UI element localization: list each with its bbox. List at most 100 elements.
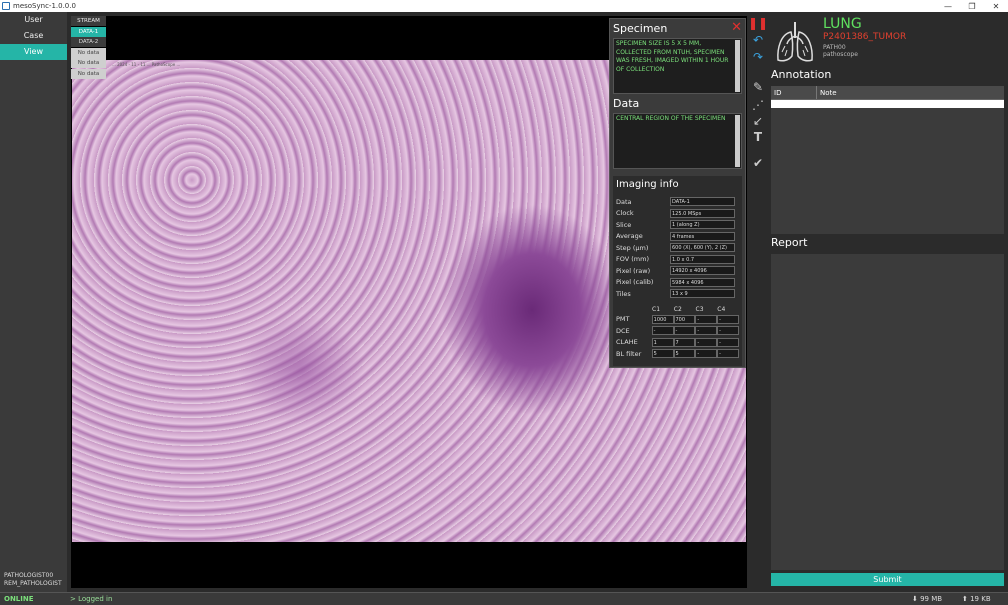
minimize-button[interactable]: —	[936, 2, 960, 11]
maximize-button[interactable]: ❐	[960, 2, 984, 11]
imaging-row: Data DATA-1	[616, 196, 739, 208]
nav-item-case[interactable]: Case	[0, 28, 67, 44]
imaging-value: 125.0 MSps	[670, 208, 735, 218]
imaging-key: Slice	[616, 220, 632, 229]
redo-icon[interactable]: ↷	[748, 50, 768, 64]
stream-item-data-1[interactable]: DATA-1	[71, 26, 106, 37]
specimen-scrollbar[interactable]	[735, 40, 740, 92]
nav-item-view[interactable]: View	[0, 44, 67, 60]
data-text[interactable]: CENTRAL REGION OF THE SPECIMEN	[613, 113, 742, 169]
annotation-col-note: Note	[820, 89, 837, 97]
imaging-key: FOV (mm)	[616, 255, 649, 264]
imaging-row: Tiles 13 x 9	[616, 288, 739, 300]
imaging-row: Slice 1 (along Z)	[616, 219, 739, 231]
stream-item-data-2[interactable]: DATA-2	[71, 37, 106, 48]
right-column: LUNG P2401386_TUMOR PATH00 pathoscope An…	[768, 12, 1008, 592]
close-window-button[interactable]: ✕	[984, 2, 1008, 11]
channel-cell: 5	[673, 349, 696, 359]
status-online: ONLINE	[4, 595, 34, 603]
channel-label: C3	[695, 305, 704, 313]
data-text-content: CENTRAL REGION OF THE SPECIMEN	[616, 115, 726, 122]
close-icon[interactable]: ✕	[731, 20, 742, 35]
imaging-row: Pixel (raw) 14920 x 4096	[616, 265, 739, 277]
channel-cell: 5	[651, 349, 674, 359]
stream-item-empty[interactable]: No data	[71, 58, 106, 69]
imaging-key: Pixel (calib)	[616, 278, 654, 287]
imaging-key: Pixel (raw)	[616, 266, 651, 275]
specimen-text-content: SPECIMEN SIZE IS 5 X 5 MM, COLLECTED FRO…	[616, 40, 729, 73]
stream-header: STREAM	[71, 16, 106, 26]
imaging-key: Data	[616, 197, 632, 206]
dotted-line-icon[interactable]: ⋰	[748, 98, 768, 112]
specimen-title: Specimen	[613, 22, 668, 35]
channel-label: C1	[652, 305, 661, 313]
annotation-col-id: ID	[771, 86, 817, 99]
case-id: P2401386_TUMOR	[823, 32, 907, 42]
annotation-table[interactable]: ID Note	[771, 86, 1004, 234]
specimen-panel: Specimen ✕ SPECIMEN SIZE IS 5 X 5 MM, CO…	[609, 18, 746, 368]
channel-row-key: DCE	[616, 326, 630, 335]
imaging-value: 1.0 x 0.7	[670, 254, 735, 264]
channel-cell: 7	[673, 337, 696, 347]
undo-icon[interactable]: ↶	[748, 33, 768, 47]
channel-cell: -	[717, 314, 739, 324]
text-icon[interactable]: T	[748, 130, 768, 144]
status-log: > Logged in	[70, 595, 113, 603]
submit-button[interactable]: Submit	[771, 573, 1004, 586]
pause-icon[interactable]: ❚❚	[748, 16, 768, 30]
download-indicator: ⬇ 99 MB	[912, 595, 943, 603]
imaging-value: 13 x 9	[670, 289, 735, 299]
stream-menu: STREAM DATA-1 DATA-2 No data No data No …	[71, 16, 106, 80]
check-icon[interactable]: ✔	[748, 156, 768, 170]
imaging-row: FOV (mm) 1.0 x 0.7	[616, 254, 739, 266]
channel-row: DCE - - - -	[616, 325, 739, 337]
channel-row: BL filter 5 5- -	[616, 348, 739, 360]
imaging-value: DATA-1	[670, 197, 735, 207]
imaging-row: Pixel (calib) 5984 x 4096	[616, 277, 739, 289]
app-icon	[2, 2, 10, 10]
data-title: Data	[613, 97, 640, 110]
channel-row-key: CLAHE	[616, 338, 638, 347]
imaging-value: 5984 x 4096	[670, 277, 735, 287]
imaging-row: Clock 125.0 MSps	[616, 208, 739, 220]
channel-cell: -	[651, 326, 674, 336]
imaging-key: Tiles	[616, 289, 631, 298]
channel-cell: -	[695, 349, 718, 359]
pen-icon[interactable]: ✎	[748, 80, 768, 94]
specimen-text[interactable]: SPECIMEN SIZE IS 5 X 5 MM, COLLECTED FRO…	[613, 38, 742, 94]
imaging-key: Step (μm)	[616, 243, 649, 252]
channel-label: C2	[673, 305, 682, 313]
channel-row: PMT 1000 700- -	[616, 314, 739, 326]
data-scrollbar[interactable]	[735, 115, 740, 167]
channel-cell: 700	[673, 314, 696, 324]
report-textarea[interactable]	[771, 254, 1004, 570]
imaging-key: Average	[616, 232, 643, 241]
channel-cell: -	[673, 326, 696, 336]
status-bar: ONLINE > Logged in ⬇ 99 MB ⬆ 19 KB	[0, 592, 1008, 605]
stream-item-empty[interactable]: No data	[71, 47, 106, 58]
slide-label: ... 2024 - 11 - 11 ... PathoScope ...	[112, 62, 181, 67]
user-info: PATHOLOGIST00 REM_PATHOLOGIST	[4, 572, 62, 588]
imaging-info: Imaging info Data DATA-1 Clock 125.0 MSps …	[613, 176, 742, 366]
lungs-icon	[777, 22, 813, 62]
channel-cell: 1	[651, 337, 674, 347]
channel-cell: -	[695, 337, 718, 347]
upload-indicator: ⬆ 19 KB	[962, 595, 991, 603]
channel-row-key: PMT	[616, 315, 630, 324]
user-name: PATHOLOGIST00	[4, 572, 54, 579]
case-device: pathoscope	[823, 51, 858, 58]
channel-row-key: BL filter	[616, 349, 642, 358]
arrow-icon[interactable]: ↙	[748, 114, 768, 128]
annotation-title: Annotation	[771, 68, 832, 81]
stream-item-empty[interactable]: No data	[71, 68, 106, 79]
annotation-header: ID Note	[771, 86, 1004, 100]
organ-name: LUNG	[823, 16, 862, 32]
annotation-row-selected[interactable]	[771, 100, 1004, 108]
imaging-title: Imaging info	[616, 179, 679, 190]
window-title: mesoSync-1.0.0.0	[13, 2, 76, 10]
channel-cell: -	[717, 326, 739, 336]
imaging-row: Average 4 frames	[616, 231, 739, 243]
nav-item-user[interactable]: User	[0, 12, 67, 28]
report-title: Report	[771, 236, 808, 249]
imaging-value: 600 (X), 600 (Y), 2 (Z)	[670, 243, 735, 253]
